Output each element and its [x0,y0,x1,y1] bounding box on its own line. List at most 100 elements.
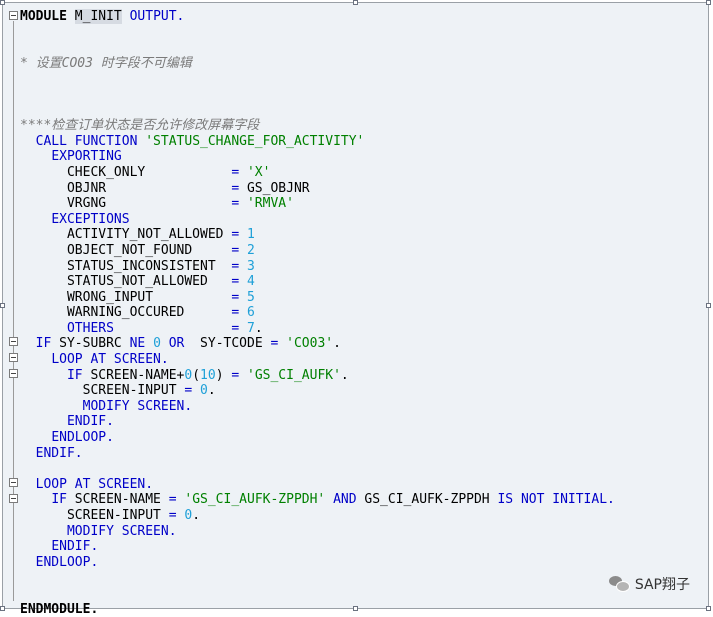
code-token: = [231,242,240,258]
code-token: EXPORTING [51,149,122,165]
code-token: . [254,320,263,336]
code-token: * 设置CO03 时字段不可编辑 [20,55,192,71]
resize-handle-top-left[interactable] [0,0,5,5]
fold-toggle-icon[interactable] [9,337,18,346]
resize-handle-bottom-right[interactable] [706,606,711,611]
code-token: OR [168,336,185,352]
code-token: = [231,164,240,180]
code-token: ENDLOOP. [51,430,114,446]
code-token: IF [35,336,52,352]
code-token: VRGNG [20,196,232,212]
code-token: LOOP AT SCREEN. [35,476,154,492]
code-token: ENDMODULE. [20,601,99,617]
resize-handle-right[interactable] [706,303,711,308]
fold-gutter [6,7,18,607]
fold-guide [13,21,14,601]
code-line: LOOP AT SCREEN. [20,477,702,493]
code-line: STATUS_INCONSISTENT = 3 [20,259,702,275]
code-token: = [231,227,240,243]
code-token: STATUS_NOT_ALLOWED [20,274,232,290]
code-token: WRONG_INPUT [20,289,232,305]
fold-toggle-icon[interactable] [9,478,18,487]
code-token: = [231,274,240,290]
code-token: SCREEN-NAME+ [82,367,185,383]
code-token: = [231,320,240,336]
code-token: LOOP AT SCREEN. [51,352,169,368]
code-token: SCREEN-NAME [66,492,169,508]
code-token: ( [192,367,201,383]
code-token: WARNING_OCCURED [20,305,232,321]
code-token: . [207,383,216,399]
code-line: WARNING_OCCURED = 6 [20,305,702,321]
code-token: 5 [246,289,255,305]
code-token: IF [51,492,67,508]
code-token: MODIFY SCREEN. [66,523,177,539]
code-token: 'STATUS_CHANGE_FOR_ACTIVITY' [145,133,365,149]
code-line: IF SY-SUBRC NE 0 OR SY-TCODE = 'CO03'. [20,336,702,352]
resize-handle-top[interactable] [353,0,358,5]
code-token: ENDLOOP. [35,554,99,570]
code-token: MODIFY SCREEN. [82,398,193,414]
code-line: MODIFY SCREEN. [20,399,702,415]
fold-toggle-icon[interactable] [9,11,18,20]
code-token: 6 [246,305,255,321]
code-editor[interactable]: MODULE M_INIT OUTPUT. * 设置CO03 时字段不可编辑 *… [0,0,711,617]
code-token: 1 [246,227,255,243]
resize-handle-top-right[interactable] [706,0,711,5]
code-token: 3 [246,258,255,274]
fold-toggle-icon[interactable] [9,494,18,503]
code-token: ) [215,367,232,383]
watermark-text: SAP翔子 [634,577,690,593]
code-line: EXCEPTIONS [20,212,702,228]
code-token: 'X' [246,164,271,180]
code-line: SCREEN-INPUT = 0. [20,383,702,399]
code-token: AND [333,492,357,508]
code-token: SCREEN-INPUT [20,508,169,523]
abap-source-code[interactable]: MODULE M_INIT OUTPUT. * 设置CO03 时字段不可编辑 *… [20,9,702,617]
code-token: ENDIF. [35,445,83,461]
code-line: IF SCREEN-NAME = 'GS_CI_AUFK-ZPPDH' AND … [20,492,702,508]
resize-handle-left[interactable] [0,303,5,308]
code-line: OBJNR = GS_OBJNR [20,181,702,197]
code-line: WRONG_INPUT = 5 [20,290,702,306]
code-token: SY-TCODE [184,336,271,352]
code-token: 'RMVA' [246,196,294,212]
code-line: OTHERS = 7. [20,321,702,337]
wechat-icon [608,576,630,592]
code-token: ENDIF. [51,539,99,555]
code-token: IF [66,367,83,383]
code-token: 4 [246,274,255,290]
code-line: EXPORTING [20,149,702,165]
code-line: MODIFY SCREEN. [20,524,702,540]
code-token: . [192,508,201,523]
code-token: 'GS_CI_AUFK' [247,367,341,383]
resize-handle-bottom-left[interactable] [0,606,5,611]
code-line: * 设置CO03 时字段不可编辑 [20,56,702,72]
fold-toggle-icon[interactable] [9,369,18,378]
fold-toggle-icon[interactable] [9,353,18,362]
